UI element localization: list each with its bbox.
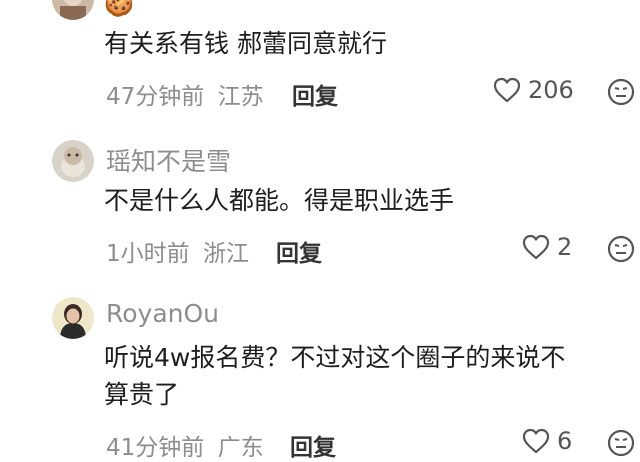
reply-button[interactable]: 回复 xyxy=(292,77,338,111)
avatar-image xyxy=(52,0,94,20)
like-count: 2 xyxy=(557,233,573,261)
comment-time: 41分钟前 xyxy=(106,435,205,461)
avatar-image xyxy=(52,140,94,182)
comment-time: 1小时前 xyxy=(106,241,190,267)
comment-text-line-2: 算贵了 xyxy=(104,380,180,409)
comment-text: 不是什么人都能。得是职业选手 xyxy=(104,186,455,215)
like-count: 206 xyxy=(528,76,574,104)
reply-button[interactable]: 回复 xyxy=(276,234,322,268)
avatar[interactable] xyxy=(52,0,94,20)
comment-location: 浙江 xyxy=(202,241,249,267)
comment-location: 广东 xyxy=(217,435,264,461)
like-button[interactable]: 6 xyxy=(521,427,572,455)
avatar-emoji: 🍪 xyxy=(104,0,134,18)
comment-location: 江苏 xyxy=(217,84,264,110)
comment-meta: 47分钟前 江苏 xyxy=(106,77,264,111)
heart-icon xyxy=(522,234,550,260)
comment-time: 47分钟前 xyxy=(106,84,205,110)
like-button[interactable]: 2 xyxy=(521,233,572,261)
heart-icon xyxy=(522,428,550,454)
dislike-face-icon[interactable] xyxy=(606,234,636,264)
avatar[interactable] xyxy=(52,140,94,182)
like-button[interactable]: 206 xyxy=(492,76,574,104)
heart-icon xyxy=(493,77,521,103)
comment-meta: 1小时前 浙江 xyxy=(106,234,249,268)
username[interactable]: 瑶知不是雪 xyxy=(106,142,231,178)
comment-text-line-1: 听说4w报名费？不过对这个圈子的来说不 xyxy=(104,343,566,372)
dislike-face-icon[interactable] xyxy=(606,428,636,458)
dislike-face-icon[interactable] xyxy=(606,77,636,107)
comment-meta: 41分钟前 广东 xyxy=(106,428,264,462)
reply-button[interactable]: 回复 xyxy=(290,428,336,462)
avatar[interactable] xyxy=(52,297,94,339)
comment-text: 有关系有钱 郝蕾同意就行 xyxy=(104,29,387,58)
like-count: 6 xyxy=(557,427,573,455)
username[interactable]: RoyanOu xyxy=(106,299,219,328)
avatar-image xyxy=(52,297,94,339)
